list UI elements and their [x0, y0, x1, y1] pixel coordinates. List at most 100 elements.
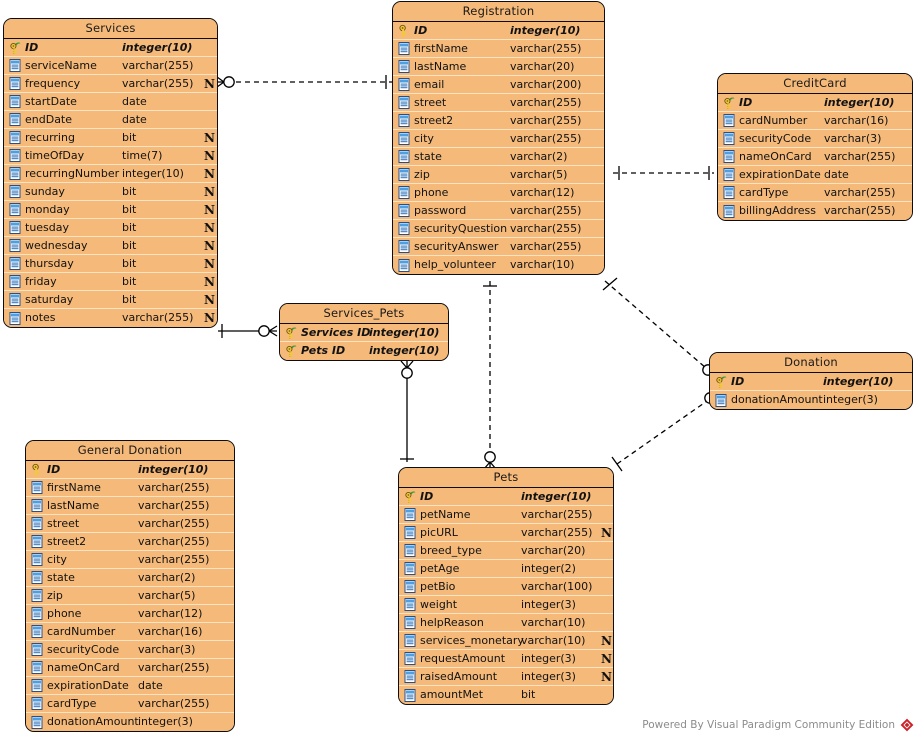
table-row[interactable]: friday bit N: [4, 273, 217, 291]
table-row[interactable]: amountMet bit: [399, 686, 613, 704]
table-row[interactable]: nameOnCard varchar(255): [718, 148, 912, 166]
table-row[interactable]: donationAmount integer(3): [26, 713, 234, 731]
table-row[interactable]: cardType varchar(255): [718, 184, 912, 202]
column-type: bit: [122, 238, 137, 252]
table-row[interactable]: expirationDate date: [718, 166, 912, 184]
column-name: city: [414, 131, 434, 145]
table-row[interactable]: securityQuestion varchar(255): [393, 220, 604, 238]
table-row[interactable]: notes varchar(255) N: [4, 309, 217, 327]
table-row[interactable]: phone varchar(12): [26, 605, 234, 623]
column-type: varchar(255): [122, 76, 194, 90]
table-row[interactable]: cardType varchar(255): [26, 695, 234, 713]
column-icon: [396, 167, 411, 182]
nullable-marker: N: [204, 130, 215, 145]
table-row[interactable]: street2 varchar(255): [393, 112, 604, 130]
entity-services-pets[interactable]: Services_Pets Services ID integer(10) Pets…: [279, 303, 449, 361]
table-row[interactable]: firstName varchar(255): [26, 479, 234, 497]
column-icon: [9, 77, 20, 90]
entity-general-donation[interactable]: General Donation ID integer(10) firstName v…: [25, 440, 235, 732]
table-row[interactable]: endDate date: [4, 111, 217, 129]
table-row[interactable]: ID integer(10): [710, 373, 912, 391]
table-row[interactable]: city varchar(255): [26, 551, 234, 569]
table-row[interactable]: city varchar(255): [393, 130, 604, 148]
column-type: varchar(255): [521, 525, 593, 539]
table-row[interactable]: street varchar(255): [26, 515, 234, 533]
table-row[interactable]: ID integer(10): [399, 488, 613, 506]
entity-pets[interactable]: Pets ID integer(10) petName varchar(255) pic…: [398, 467, 614, 705]
column-name: street: [47, 516, 80, 530]
table-row[interactable]: lastName varchar(20): [393, 58, 604, 76]
table-row[interactable]: weight integer(3): [399, 596, 613, 614]
primary-key-icon: [402, 489, 417, 504]
column-icon: [402, 561, 417, 576]
column-icon: [404, 562, 415, 575]
entity-donation[interactable]: Donation ID integer(10) donationAmount inte…: [709, 352, 913, 410]
table-row[interactable]: zip varchar(5): [26, 587, 234, 605]
table-row[interactable]: Pets ID integer(10): [280, 342, 448, 360]
table-row[interactable]: petBio varchar(100): [399, 578, 613, 596]
table-row[interactable]: monday bit N: [4, 201, 217, 219]
table-row[interactable]: password varchar(255): [393, 202, 604, 220]
table-row[interactable]: lastName varchar(255): [26, 497, 234, 515]
column-name: wednesday: [25, 238, 88, 252]
table-row[interactable]: firstName varchar(255): [393, 40, 604, 58]
column-icon: [29, 588, 44, 603]
table-row[interactable]: ID integer(10): [393, 22, 604, 40]
table-row[interactable]: zip varchar(5): [393, 166, 604, 184]
column-icon: [9, 149, 20, 162]
entity-services[interactable]: Services ID integer(10) serviceName varchar…: [3, 18, 218, 328]
entity-title: Pets: [399, 468, 613, 488]
table-row[interactable]: serviceName varchar(255): [4, 57, 217, 75]
column-icon: [398, 150, 409, 163]
table-row[interactable]: tuesday bit N: [4, 219, 217, 237]
table-row[interactable]: street varchar(255): [393, 94, 604, 112]
column-type: varchar(100): [521, 579, 593, 593]
table-row[interactable]: ID integer(10): [4, 39, 217, 57]
table-row[interactable]: donationAmount integer(3): [710, 391, 912, 409]
table-row[interactable]: petAge integer(2): [399, 560, 613, 578]
table-row[interactable]: expirationDate date: [26, 677, 234, 695]
table-row[interactable]: cardNumber varchar(16): [26, 623, 234, 641]
nullable-marker: N: [204, 238, 215, 253]
table-row[interactable]: nameOnCard varchar(255): [26, 659, 234, 677]
table-row[interactable]: state varchar(2): [26, 569, 234, 587]
table-row[interactable]: phone varchar(12): [393, 184, 604, 202]
column-list: ID integer(10) firstName varchar(255) lastNa…: [393, 22, 604, 274]
table-row[interactable]: Services ID integer(10): [280, 324, 448, 342]
table-row[interactable]: ID integer(10): [718, 94, 912, 112]
table-row[interactable]: street2 varchar(255): [26, 533, 234, 551]
column-type: varchar(10): [521, 615, 586, 629]
table-row[interactable]: raisedAmount integer(3) N: [399, 668, 613, 686]
table-row[interactable]: recurring bit N: [4, 129, 217, 147]
table-row[interactable]: recurringNumber integer(10) N: [4, 165, 217, 183]
table-row[interactable]: securityCode varchar(3): [718, 130, 912, 148]
table-row[interactable]: services_monetary varchar(10) N: [399, 632, 613, 650]
column-name: saturday: [25, 292, 74, 306]
table-row[interactable]: ID integer(10): [26, 461, 234, 479]
table-row[interactable]: help_volunteer varchar(10): [393, 256, 604, 274]
column-icon: [7, 76, 22, 91]
table-row[interactable]: frequency varchar(255) N: [4, 75, 217, 93]
table-row[interactable]: state varchar(2): [393, 148, 604, 166]
table-row[interactable]: startDate date: [4, 93, 217, 111]
table-row[interactable]: breed_type varchar(20): [399, 542, 613, 560]
table-row[interactable]: billingAddress varchar(255): [718, 202, 912, 220]
table-row[interactable]: picURL varchar(255) N: [399, 524, 613, 542]
table-row[interactable]: petName varchar(255): [399, 506, 613, 524]
table-row[interactable]: sunday bit N: [4, 183, 217, 201]
column-icon: [398, 132, 409, 145]
table-row[interactable]: requestAmount integer(3) N: [399, 650, 613, 668]
table-row[interactable]: securityAnswer varchar(255): [393, 238, 604, 256]
table-row[interactable]: helpReason varchar(10): [399, 614, 613, 632]
table-row[interactable]: thursday bit N: [4, 255, 217, 273]
table-row[interactable]: email varchar(200): [393, 76, 604, 94]
table-row[interactable]: saturday bit N: [4, 291, 217, 309]
column-type: varchar(3): [138, 642, 196, 656]
table-row[interactable]: cardNumber varchar(16): [718, 112, 912, 130]
entity-creditcard[interactable]: CreditCard ID integer(10) cardNumber varcha…: [717, 73, 913, 221]
table-row[interactable]: securityCode varchar(3): [26, 641, 234, 659]
entity-registration[interactable]: Registration ID integer(10) firstName varch…: [392, 1, 605, 275]
nullable-marker: N: [204, 220, 215, 235]
table-row[interactable]: wednesday bit N: [4, 237, 217, 255]
table-row[interactable]: timeOfDay time(7) N: [4, 147, 217, 165]
